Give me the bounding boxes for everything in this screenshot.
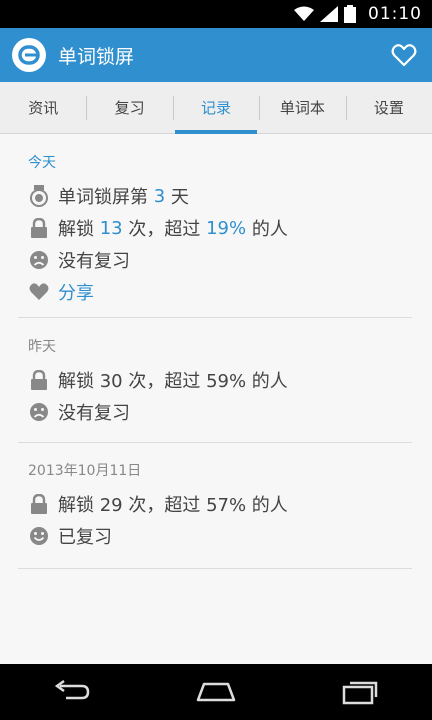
unlock-mid: 次，超过 [122,219,207,240]
unlock-row: 解锁 30 次，超过 59% 的人 [28,364,412,396]
tab-label: 记录 [201,99,232,117]
tab-news[interactable]: 资讯 [0,82,86,133]
review-row: 没有复习 [28,244,412,276]
tab-bar: 资讯 复习 记录 单词本 设置 [0,82,432,134]
medal-icon [28,185,50,207]
app-title: 单词锁屏 [58,45,135,68]
record-older: 2013年10月11日 解锁 29 次，超过 57% 的人 已复习 [28,460,412,552]
streak-row: 单词锁屏第 3 天 [28,180,412,212]
share-label: 分享 [58,283,94,304]
back-icon[interactable] [42,672,102,712]
tab-settings[interactable]: 设置 [345,82,432,133]
tab-label: 单词本 [279,99,325,117]
tab-label: 资讯 [28,99,59,117]
unlock-row: 解锁 29 次，超过 57% 的人 [28,488,412,520]
tab-label: 复习 [114,99,145,117]
happy-face-icon [28,525,50,547]
lock-icon [28,493,50,515]
tab-records[interactable]: 记录 [172,82,259,134]
divider [18,442,412,443]
tab-review[interactable]: 复习 [86,82,172,133]
tab-wordbook[interactable]: 单词本 [259,82,345,133]
record-date: 2013年10月11日 [28,463,142,479]
streak-suffix: 天 [165,187,189,208]
unlock-count: 13 [99,217,123,239]
streak-days: 3 [153,185,166,207]
unlock-percent: 19% [206,217,247,239]
wifi-icon [294,6,314,21]
review-status: 已复习 [58,527,112,548]
record-date: 昨天 [28,339,56,355]
record-today: 今天 单词锁屏第 3 天 解锁 13 次，超过 19% 的人 没有复习 分享 [28,152,412,308]
divider [18,317,412,318]
system-nav-bar [0,664,432,720]
battery-icon [344,5,356,23]
sad-face-icon [28,401,50,423]
lock-icon [28,369,50,391]
unlock-suffix: 的人 [246,219,288,240]
review-status: 没有复习 [58,403,130,424]
status-bar: 01:10 [0,0,432,28]
unlock-text: 解锁 30 次，超过 59% 的人 [58,371,288,392]
share-button[interactable]: 分享 [28,276,412,308]
review-row: 已复习 [28,520,412,552]
streak-prefix: 单词锁屏第 [58,187,154,208]
unlock-prefix: 解锁 [58,219,100,240]
status-time: 01:10 [368,4,422,24]
app-bar: 单词锁屏 [0,28,432,82]
signal-icon [320,6,338,22]
lock-icon [28,217,50,239]
recent-apps-icon[interactable] [330,672,390,712]
unlock-row: 解锁 13 次，超过 19% 的人 [28,212,412,244]
review-status: 没有复习 [58,251,130,272]
record-date: 今天 [28,155,56,171]
record-yesterday: 昨天 解锁 30 次，超过 59% 的人 没有复习 [28,336,412,428]
review-row: 没有复习 [28,396,412,428]
heart-icon [28,281,50,303]
home-icon[interactable] [186,672,246,712]
app-logo-icon[interactable] [12,38,46,72]
tab-label: 设置 [373,99,404,117]
divider [18,568,412,569]
records-list: 今天 单词锁屏第 3 天 解锁 13 次，超过 19% 的人 没有复习 分享 昨… [0,134,432,664]
sad-face-icon [28,249,50,271]
unlock-text: 解锁 29 次，超过 57% 的人 [58,495,288,516]
heart-outline-icon[interactable] [390,41,418,69]
